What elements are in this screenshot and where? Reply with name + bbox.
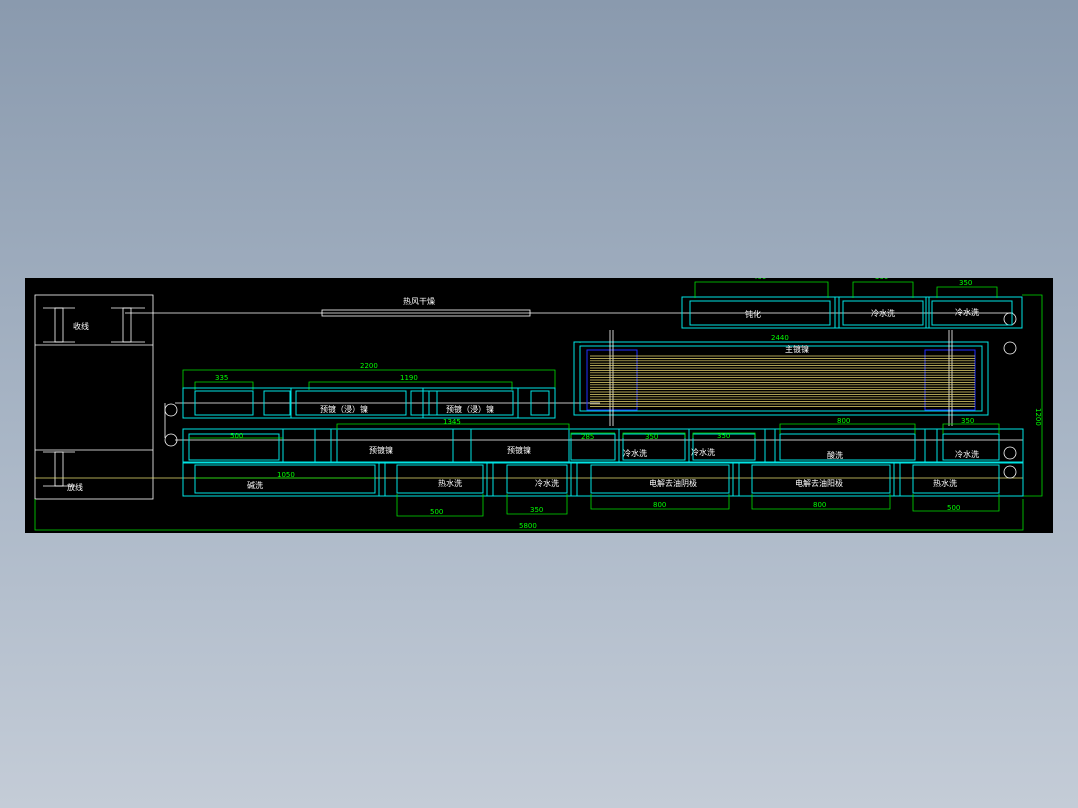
- dim-mid-b: 350: [645, 433, 658, 441]
- dim-hot-wash-1: 500: [430, 508, 443, 516]
- label-cold-wash-m3: 冷水洗: [955, 449, 979, 459]
- dim-overall: 5800: [519, 522, 537, 530]
- label-preplate-2: 预镀镍: [507, 445, 531, 455]
- pay-off-reel: [43, 451, 75, 487]
- take-up-reel-left: [43, 307, 75, 343]
- label-main-plating: 主镀镍: [785, 344, 809, 354]
- dim-preplate-dip-total: 2200: [360, 362, 378, 370]
- dim-alkali-a: 500: [230, 432, 243, 440]
- label-preplate-1: 预镀镍: [369, 445, 393, 455]
- label-hot-wash-1: 热水洗: [438, 478, 462, 488]
- dim-hot-wash-2: 500: [947, 504, 960, 512]
- guide-roller: [1003, 341, 1017, 355]
- dim-main-plating: 2440: [771, 334, 789, 342]
- main-plating-tank: 2440 主镀镍: [573, 330, 989, 426]
- height-dimension: 1200: [1022, 294, 1043, 497]
- reel-stands: 收线 放线: [34, 294, 154, 500]
- label-cold-wash-top2: 冷水洗: [955, 307, 979, 317]
- label-cold-wash-m1: 冷水洗: [623, 448, 647, 458]
- bottom-tank-row: 1050 碱洗 热水洗 冷水洗 电解去油阴极 电解去油阳极 热水洗 500 35…: [182, 461, 1024, 517]
- guide-roller: [1003, 446, 1017, 460]
- label-cold-wash-top1: 冷水洗: [871, 308, 895, 318]
- dim-mid-a: 285: [581, 433, 594, 441]
- label-passivation: 钝化: [745, 309, 761, 319]
- overall-length-dimension: 5800: [34, 499, 1024, 531]
- process-line-drawing: 收线 放线 热风干燥 钝化 冷水洗 冷水洗 400 300: [34, 278, 1043, 531]
- dim-mid-c: 350: [717, 432, 730, 440]
- dim-degrease-2: 800: [813, 501, 826, 509]
- label-pay-off: 放线: [67, 482, 83, 492]
- dim-acid-wash: 800: [837, 417, 850, 425]
- label-preplate-dip-1: 预镀（浸）镍: [320, 404, 368, 414]
- label-take-up: 收线: [73, 321, 89, 331]
- label-preplate-dip-2: 预镀（浸）镍: [446, 404, 494, 414]
- dim-height: 1200: [1034, 408, 1042, 426]
- label-electrolytic-degrease-2: 电解去油阳极: [795, 478, 843, 488]
- label-hot-air-dry: 热风干燥: [403, 296, 435, 306]
- dim-degrease-1: 800: [653, 501, 666, 509]
- dim-cold-wash-b1: 350: [530, 506, 543, 514]
- dim-cold-wash-m3: 350: [961, 417, 974, 425]
- dim-preplate-dip-a: 335: [215, 374, 228, 382]
- dim-cold-wash-top1: 300: [875, 278, 888, 281]
- dim-preplate-total: 1345: [443, 418, 461, 426]
- guide-roller: [1003, 312, 1017, 326]
- guide-roller: [1003, 465, 1017, 479]
- dim-passivation: 400: [753, 278, 766, 281]
- dim-cold-wash-top2: 350: [959, 279, 972, 287]
- preplate-dip-row: 2200 335 1190 预镀（浸）镍 预镀（浸）镍: [182, 362, 556, 419]
- top-tank-row: 钝化 冷水洗 冷水洗 400 300 350: [681, 278, 1023, 329]
- dim-alkali-b: 1050: [277, 471, 295, 479]
- label-electrolytic-degrease-1: 电解去油阴极: [649, 478, 697, 488]
- label-acid-wash: 酸洗: [827, 450, 843, 460]
- label-cold-wash-m2: 冷水洗: [691, 447, 715, 457]
- label-alkali-wash: 碱洗: [247, 480, 263, 490]
- label-hot-wash-2: 热水洗: [933, 478, 957, 488]
- plating-wire-coils: [590, 355, 975, 407]
- guide-roller: [164, 403, 178, 417]
- label-cold-wash-b1: 冷水洗: [535, 478, 559, 488]
- cad-viewport[interactable]: 收线 放线 热风干燥 钝化 冷水洗 冷水洗 400 300: [25, 278, 1053, 533]
- dim-preplate-dip-b: 1190: [400, 374, 418, 382]
